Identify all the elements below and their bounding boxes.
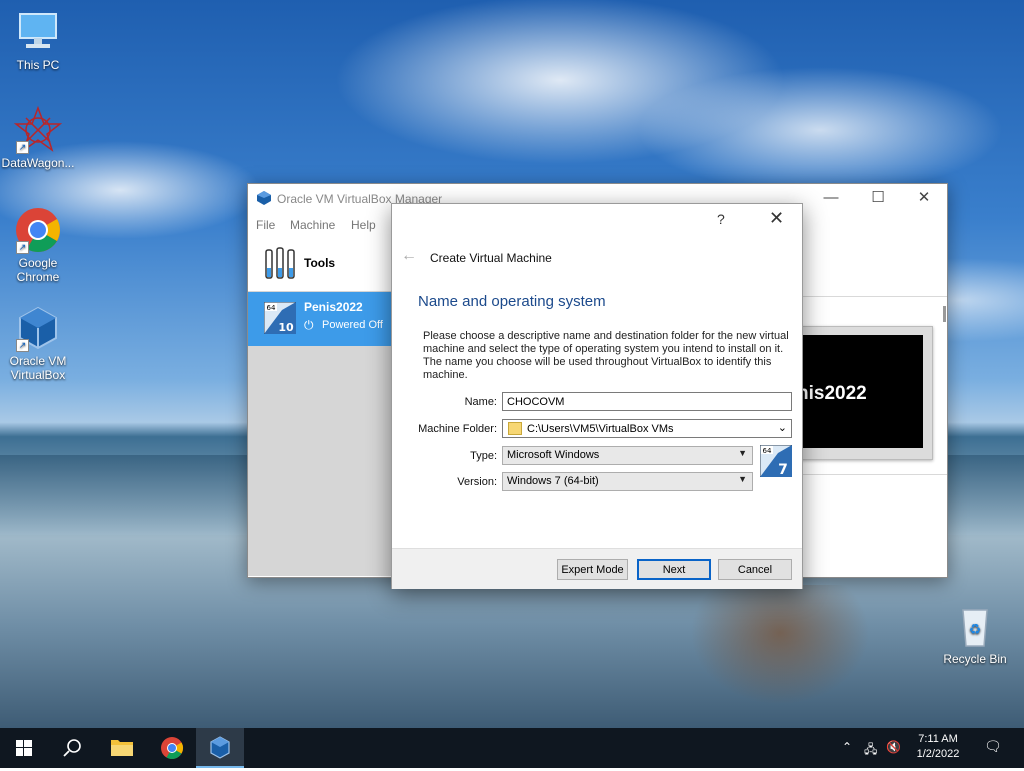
shortcut-arrow-icon: ↗ [16,141,29,154]
search-icon [63,739,81,757]
taskbar: ⌃ 🖧 🔇 7:11 AM 1/2/2022 🗨 [0,728,1024,768]
desktop-icon-virtualbox[interactable]: ↗ Oracle VM VirtualBox [0,304,76,382]
folder-icon [508,422,522,435]
tools-icon [264,246,296,283]
virtualbox-cube-icon: ↗ [14,304,62,352]
type-value: Microsoft Windows [507,449,600,461]
name-input[interactable] [502,392,792,411]
os-version-badge: 10 [278,321,294,334]
machine-folder-combo[interactable]: C:\Users\VM5\VirtualBox VMs ⌄ [502,419,792,438]
dialog-title: Create Virtual Machine [430,251,552,265]
dropdown-arrow-icon: ▼ [738,474,747,484]
cancel-button[interactable]: Cancel [718,559,792,580]
tools-label: Tools [304,256,336,270]
virtualbox-app-icon [256,190,272,209]
desktop-icon-label: This PC [16,58,60,72]
help-button[interactable]: ? [717,211,725,227]
wallpaper-island [690,585,870,705]
recycle-bin-icon: ♻ [951,602,999,650]
desktop-icon-datawagon[interactable]: ↗ DataWagon... [0,105,76,170]
desktop-icon-this-pc[interactable]: This PC [0,8,76,72]
taskbar-chrome[interactable] [148,728,196,768]
name-label: Name: [464,396,497,408]
volume-muted-icon[interactable]: 🔇 [886,740,901,754]
search-button[interactable] [48,728,96,768]
menu-help[interactable]: Help [351,218,376,232]
minimize-button[interactable]: — [808,184,854,214]
windows-7-os-icon: 64 7 [759,444,793,478]
vm-state: Powered Off [322,319,383,331]
desktop-icon-label: Recycle Bin [943,652,1007,666]
start-button[interactable] [0,728,48,768]
vm-list-item[interactable]: 64 10 Penis2022 ⏻ Powered Off [248,292,393,346]
create-vm-dialog: ? ✕ ← Create Virtual Machine Name and op… [391,203,803,589]
machine-folder-value: C:\Users\VM5\VirtualBox VMs [527,423,674,435]
datawagon-star-icon: ↗ [13,105,63,154]
desktop-icon-label: Oracle VM VirtualBox [9,354,67,382]
dialog-close-button[interactable]: ✕ [769,208,784,229]
maximize-button[interactable]: ☐ [855,184,901,214]
tools-item[interactable]: Tools [248,236,393,291]
chrome-icon [161,737,183,759]
dialog-footer: Expert Mode Next Cancel [392,548,802,589]
desktop-icon-chrome[interactable]: ↗ Google Chrome [0,206,76,284]
desktop-icon-recycle-bin[interactable]: ♻ Recycle Bin [937,602,1013,666]
vm-preview-text: nis2022 [797,383,867,404]
back-arrow-icon[interactable]: ← [401,247,417,265]
chrome-icon: ↗ [14,206,62,254]
vm-preview-screen: nis2022 [797,335,923,448]
desktop-icon-label: Google Chrome [16,256,60,284]
clock-time: 7:11 AM [918,733,958,745]
type-label: Type: [470,450,497,462]
arch-badge: 64 [267,304,276,312]
dropdown-arrow-icon: ▼ [738,448,747,458]
monitor-icon [14,8,62,56]
system-clock[interactable]: 7:11 AM 1/2/2022 [908,732,968,762]
expert-mode-button[interactable]: Expert Mode [557,559,628,580]
svg-text:♻: ♻ [969,622,982,638]
chevron-up-icon[interactable]: ⌃ [842,740,852,754]
version-label: Version: [457,476,497,488]
power-off-icon: ⏻ [304,318,314,332]
machine-list-panel: Tools 64 10 Penis2022 ⏻ Powered Off [248,236,393,576]
taskbar-file-explorer[interactable] [98,728,146,768]
scrollbar[interactable] [943,306,946,322]
shortcut-arrow-icon: ↗ [16,241,29,254]
menu-machine[interactable]: Machine [290,218,335,232]
version-select[interactable]: Windows 7 (64-bit) ▼ [502,472,753,491]
vm-name: Penis2022 [304,300,363,314]
machine-folder-label: Machine Folder: [418,423,497,435]
notifications-icon[interactable]: 🗨 [984,738,1002,755]
next-button[interactable]: Next [637,559,711,580]
clock-date: 1/2/2022 [916,748,960,760]
page-description: Please choose a descriptive name and des… [423,330,789,381]
details-separator [793,474,947,475]
folder-icon [111,740,133,756]
network-icon[interactable]: 🖧 [864,740,877,761]
menu-file[interactable]: File [256,218,275,232]
virtualbox-cube-icon [210,736,230,759]
windows-logo-icon [16,740,32,756]
version-value: Windows 7 (64-bit) [507,475,599,487]
desktop-icon-label: DataWagon... [1,156,75,170]
shortcut-arrow-icon: ↗ [16,339,29,352]
details-separator [793,296,947,297]
windows-10-os-icon: 64 10 [263,301,297,335]
taskbar-virtualbox[interactable] [196,728,244,768]
vm-preview: nis2022 [788,326,933,460]
close-button[interactable]: ✕ [901,184,947,214]
arch-badge: 64 [763,447,772,455]
os-version-badge: 7 [778,462,788,477]
page-heading: Name and operating system [418,293,606,310]
type-select[interactable]: Microsoft Windows ▼ [502,446,753,465]
chevron-down-icon: ⌄ [777,422,787,434]
